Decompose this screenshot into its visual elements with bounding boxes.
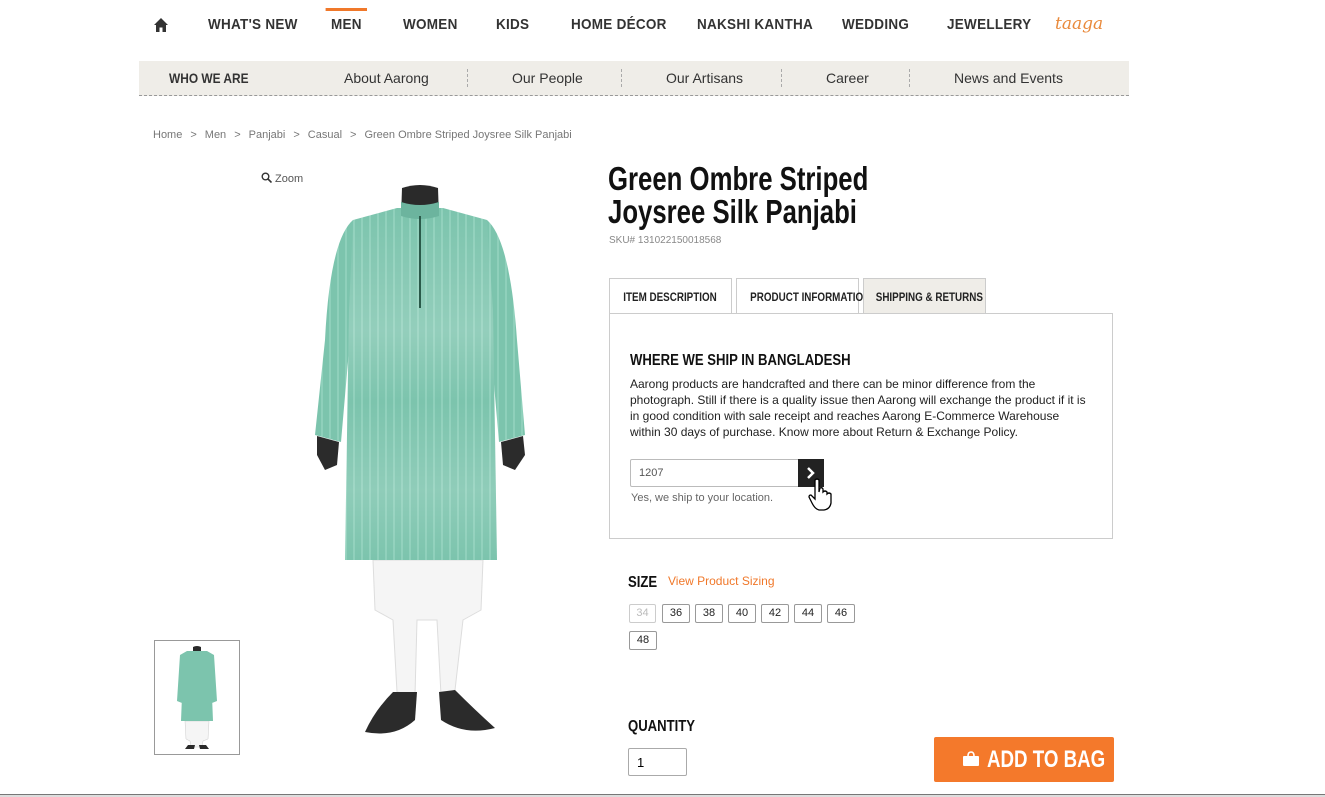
breadcrumb-separator: > — [190, 129, 197, 141]
breadcrumb-home[interactable]: Home — [153, 129, 182, 141]
subnav-title: WHO WE ARE — [169, 70, 249, 86]
home-icon[interactable] — [153, 17, 169, 33]
taaga-logo[interactable]: taaga — [1055, 14, 1103, 34]
nav-item-jewellery[interactable]: JEWELLERY — [947, 16, 1031, 33]
subnav-divider — [467, 69, 468, 87]
add-to-bag-button[interactable]: ADD TO BAG — [934, 737, 1114, 782]
shipping-heading: WHERE WE SHIP IN BANGLADESH — [630, 352, 851, 369]
zip-code-input[interactable] — [630, 459, 800, 487]
shipping-panel: WHERE WE SHIP IN BANGLADESH Aarong produ… — [609, 313, 1113, 539]
product-title: Green Ombre Striped Joysree Silk Panjabi — [608, 162, 920, 228]
product-main-image[interactable] — [305, 180, 535, 740]
zoom-label: Zoom — [275, 173, 304, 185]
size-option-48[interactable]: 48 — [629, 631, 657, 650]
tab-label: ITEM DESCRIPTION — [623, 290, 718, 304]
top-navigation: WHAT'S NEW MEN WOMEN KIDS HOME DÉCOR NAK… — [139, 0, 1129, 56]
who-we-are-subnav: WHO WE ARE About Aarong Our People Our A… — [139, 61, 1129, 96]
breadcrumb-current: Green Ombre Striped Joysree Silk Panjabi — [364, 129, 572, 141]
nav-item-kids[interactable]: KIDS — [496, 16, 529, 33]
breadcrumb-casual[interactable]: Casual — [308, 129, 342, 141]
breadcrumb: Home > Men > Panjabi > Casual > Green Ombre Stri… — [153, 129, 572, 141]
subnav-divider — [621, 69, 622, 87]
breadcrumb-men[interactable]: Men — [205, 129, 226, 141]
view-product-sizing-link[interactable]: View Product Sizing — [668, 574, 775, 588]
tab-product-information[interactable]: PRODUCT INFORMATION — [736, 278, 870, 314]
subnav-link-news-and-events[interactable]: News and Events — [954, 70, 1063, 86]
product-sku: SKU# 131022150018568 — [609, 235, 722, 246]
size-option-40[interactable]: 40 — [728, 604, 756, 623]
nav-item-nakshi-kantha[interactable]: NAKSHI KANTHA — [697, 16, 813, 33]
tab-label: SHIPPING & RETURNS — [875, 290, 983, 304]
breadcrumb-separator: > — [293, 129, 300, 141]
quantity-input[interactable] — [628, 748, 687, 776]
nav-item-home-decor[interactable]: HOME DÉCOR — [571, 16, 667, 33]
size-option-38[interactable]: 38 — [695, 604, 723, 623]
subnav-divider — [781, 69, 782, 87]
nav-item-wedding[interactable]: WEDDING — [842, 16, 909, 33]
size-label: SIZE — [628, 574, 658, 591]
tab-label: PRODUCT INFORMATION — [750, 290, 871, 304]
product-thumbnail[interactable] — [154, 640, 240, 755]
breadcrumb-separator: > — [234, 129, 241, 141]
subnav-link-our-artisans[interactable]: Our Artisans — [666, 70, 743, 86]
breadcrumb-separator: > — [350, 129, 357, 141]
magnifier-icon — [261, 172, 273, 184]
hand-cursor-icon — [806, 478, 836, 517]
nav-item-whats-new[interactable]: WHAT'S NEW — [208, 16, 298, 33]
size-option-46[interactable]: 46 — [827, 604, 855, 623]
zoom-button[interactable]: Zoom — [261, 172, 303, 185]
quantity-label: QUANTITY — [628, 718, 696, 735]
subnav-divider — [909, 69, 910, 87]
nav-item-men[interactable]: MEN — [325, 8, 368, 33]
size-option-42[interactable]: 42 — [761, 604, 789, 623]
size-option-36[interactable]: 36 — [662, 604, 690, 623]
nav-item-women[interactable]: WOMEN — [403, 16, 458, 33]
breadcrumb-panjabi[interactable]: Panjabi — [249, 129, 286, 141]
size-option-34: 34 — [629, 604, 656, 623]
zip-result-message: Yes, we ship to your location. — [631, 492, 774, 504]
size-option-44[interactable]: 44 — [794, 604, 822, 623]
subnav-link-our-people[interactable]: Our People — [512, 70, 583, 86]
shopping-bag-icon — [963, 751, 979, 766]
shipping-policy-text: Aarong products are handcrafted and ther… — [630, 377, 1086, 439]
add-to-bag-label: ADD TO BAG — [987, 746, 1106, 773]
tab-item-description[interactable]: ITEM DESCRIPTION — [609, 278, 732, 314]
subnav-link-career[interactable]: Career — [826, 70, 869, 86]
subnav-link-about-aarong[interactable]: About Aarong — [344, 70, 429, 86]
product-title-line-2: Joysree Silk Panjabi — [608, 193, 857, 230]
tab-shipping-returns[interactable]: SHIPPING & RETURNS — [863, 278, 986, 314]
product-title-line-1: Green Ombre Striped — [608, 160, 869, 197]
